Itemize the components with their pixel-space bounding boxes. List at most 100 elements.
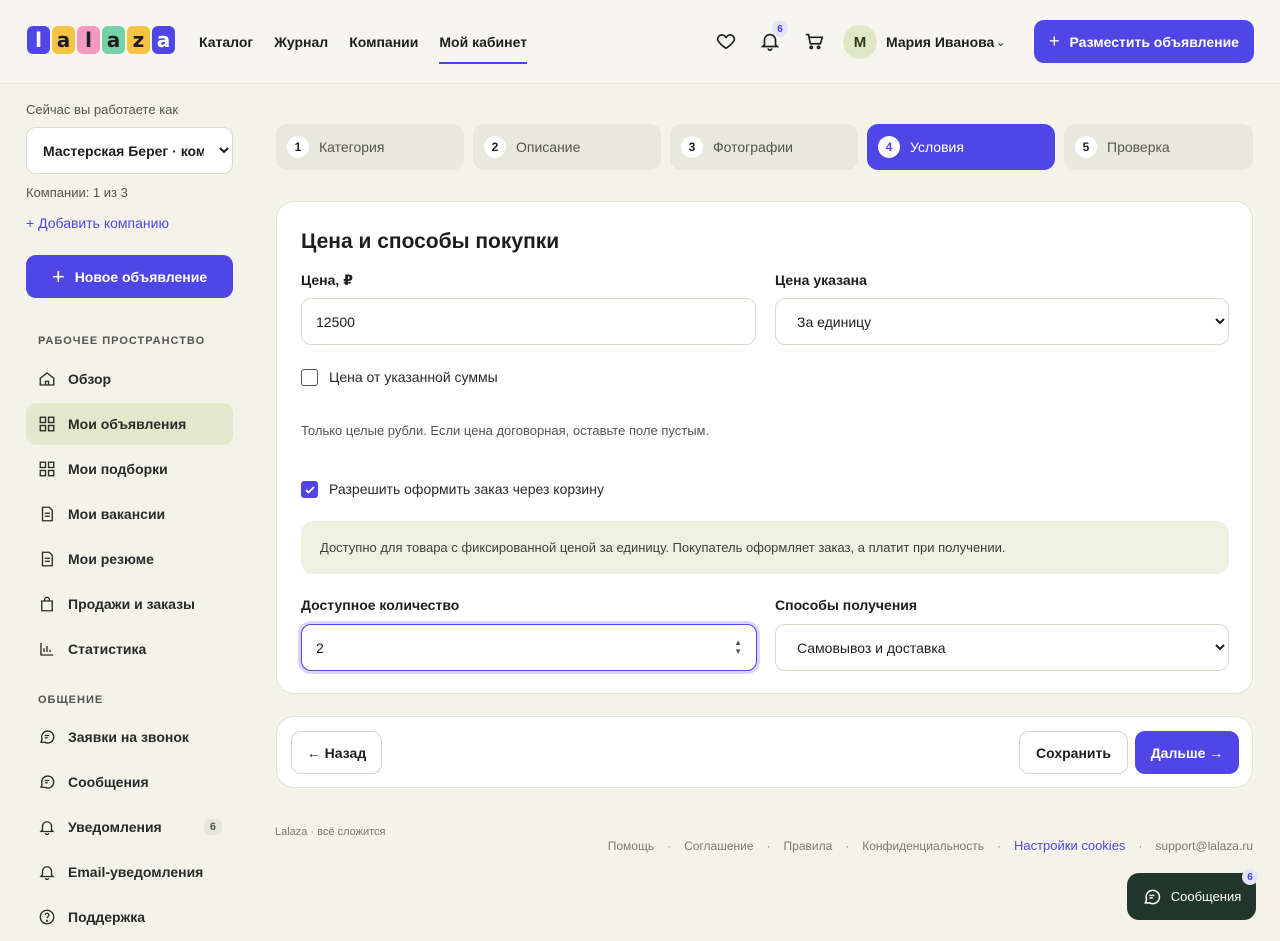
bell-icon bbox=[38, 818, 56, 836]
new-ad-label: Новое объявление bbox=[74, 268, 208, 285]
home-icon bbox=[38, 370, 56, 388]
chat-icon bbox=[38, 773, 56, 791]
price-input[interactable] bbox=[301, 298, 756, 345]
company-select[interactable]: Мастерская Берег · ком bbox=[26, 127, 233, 174]
cart-label[interactable]: Разрешить оформить заказ через корзину bbox=[329, 481, 604, 497]
sidebar-item-my-collections[interactable]: Мои подборки bbox=[26, 448, 233, 490]
step-label: Описание bbox=[516, 139, 581, 155]
footer-separator: · bbox=[766, 838, 771, 853]
sidebar-item-label: Продажи и заказы bbox=[68, 596, 196, 612]
footer-link-help[interactable]: Помощь bbox=[608, 839, 654, 853]
sidebar-item-overview[interactable]: Обзор bbox=[26, 358, 233, 400]
price-type-select[interactable]: За единицу bbox=[775, 298, 1229, 345]
grid-icon bbox=[38, 460, 56, 478]
step-number: 1 bbox=[287, 136, 309, 158]
cart-checkbox[interactable] bbox=[301, 481, 318, 498]
sidebar-item-sales-orders[interactable]: Продажи и заказы bbox=[26, 583, 233, 625]
checkmark-icon bbox=[304, 485, 315, 494]
sidebar-item-label: Заявки на звонок bbox=[68, 729, 189, 745]
footer-link-cookies[interactable]: Настройки cookies bbox=[1014, 838, 1125, 853]
footer-separator: · bbox=[1138, 838, 1143, 853]
document-icon bbox=[38, 505, 56, 523]
post-ad-label: Разместить объявление bbox=[1069, 33, 1239, 50]
footer-link-privacy[interactable]: Конфиденциальность bbox=[862, 839, 984, 853]
logo-letter: a bbox=[152, 26, 175, 54]
chat-count-badge: 6 bbox=[1242, 869, 1258, 885]
nav-my-account[interactable]: Мой кабинет bbox=[439, 0, 527, 84]
sidebar-item-my-ads[interactable]: Мои объявления bbox=[26, 403, 233, 445]
user-name[interactable]: Мария Иванова bbox=[886, 34, 994, 50]
price-from-checkbox[interactable] bbox=[301, 369, 318, 386]
footer-link-support-email[interactable]: support@lalaza.ru bbox=[1155, 839, 1253, 853]
price-from-label[interactable]: Цена от указанной суммы bbox=[329, 369, 498, 385]
logo-letter: z bbox=[127, 26, 150, 54]
card-title: Цена и способы покупки bbox=[301, 230, 560, 253]
sidebar-item-label: Сообщения bbox=[68, 774, 149, 790]
sidebar-item-my-resumes[interactable]: Мои резюме bbox=[26, 538, 233, 580]
workspace-title: РАБОЧЕЕ ПРОСТРАНСТВО bbox=[38, 335, 206, 347]
sidebar: Сейчас вы работаете как Мастерская Берег… bbox=[0, 84, 260, 941]
quantity-stepper[interactable]: 2 ▲ ▼ bbox=[301, 624, 757, 671]
sidebar-item-notifications[interactable]: Уведомления 6 bbox=[26, 806, 233, 848]
logo-letter: a bbox=[52, 26, 75, 54]
save-button[interactable]: Сохранить bbox=[1019, 731, 1128, 774]
quantity-label: Доступное количество bbox=[301, 597, 460, 613]
communication-title: ОБЩЕНИЕ bbox=[38, 694, 104, 706]
sidebar-item-statistics[interactable]: Статистика bbox=[26, 628, 233, 670]
logo-letter: l bbox=[77, 26, 100, 54]
post-ad-button[interactable]: + Разместить объявление bbox=[1034, 20, 1254, 63]
bell-icon bbox=[38, 863, 56, 881]
nav-companies[interactable]: Компании bbox=[349, 0, 418, 84]
nav-journal[interactable]: Журнал bbox=[274, 0, 328, 84]
cart-icon[interactable] bbox=[803, 30, 825, 52]
sidebar-item-label: Обзор bbox=[68, 371, 112, 387]
nav-catalog[interactable]: Каталог bbox=[199, 0, 253, 84]
document-icon bbox=[38, 550, 56, 568]
cart-info-box: Доступно для товара с фиксированной цено… bbox=[301, 521, 1229, 574]
form-actions: ← Назад Сохранить Дальше → bbox=[276, 716, 1253, 788]
sidebar-item-messages[interactable]: Сообщения bbox=[26, 761, 233, 803]
step-description[interactable]: 2 Описание bbox=[473, 124, 661, 170]
chart-icon bbox=[38, 640, 56, 658]
step-conditions[interactable]: 4 Условия bbox=[867, 124, 1055, 170]
new-ad-button[interactable]: + Новое объявление bbox=[26, 255, 233, 298]
chevron-down-icon[interactable]: ⌄ bbox=[996, 36, 1005, 49]
add-company-link[interactable]: + Добавить компанию bbox=[26, 215, 169, 231]
price-label: Цена, ₽ bbox=[301, 272, 353, 288]
quantity-value: 2 bbox=[316, 639, 324, 656]
working-as-label: Сейчас вы работаете как bbox=[26, 102, 179, 117]
logo-letter: l bbox=[27, 26, 50, 54]
chat-icon bbox=[38, 728, 56, 746]
chat-button-label: Сообщения bbox=[1170, 889, 1242, 904]
next-button[interactable]: Дальше → bbox=[1135, 731, 1239, 774]
stepper-arrows-icon[interactable]: ▲ ▼ bbox=[734, 638, 742, 656]
heart-icon[interactable] bbox=[715, 30, 737, 52]
sidebar-item-my-vacancies[interactable]: Мои вакансии bbox=[26, 493, 233, 535]
footer-link-rules[interactable]: Правила bbox=[784, 839, 833, 853]
delivery-label: Способы получения bbox=[775, 597, 918, 613]
sidebar-item-label: Мои подборки bbox=[68, 461, 168, 477]
sidebar-item-email-notifications[interactable]: Email-уведомления bbox=[26, 851, 233, 893]
sidebar-item-label: Мои объявления bbox=[68, 416, 187, 432]
footer-separator: · bbox=[667, 838, 672, 853]
footer-link-agreement[interactable]: Соглашение bbox=[684, 839, 753, 853]
messages-chat-button[interactable]: Сообщения bbox=[1127, 873, 1256, 920]
chat-icon bbox=[1142, 887, 1162, 907]
grid-icon bbox=[38, 415, 56, 433]
back-button[interactable]: ← Назад bbox=[291, 731, 382, 774]
logo-letter: a bbox=[102, 26, 125, 54]
step-category[interactable]: 1 Категория bbox=[276, 124, 464, 170]
sidebar-item-call-requests[interactable]: Заявки на звонок bbox=[26, 716, 233, 758]
price-card: Цена и способы покупки Цена, ₽ Цена указ… bbox=[276, 201, 1253, 694]
sidebar-item-label: Уведомления bbox=[68, 819, 162, 835]
step-photos[interactable]: 3 Фотографии bbox=[670, 124, 858, 170]
sidebar-item-support[interactable]: Поддержка bbox=[26, 896, 233, 938]
companies-count: Компании: 1 из 3 bbox=[26, 185, 128, 200]
avatar[interactable]: М bbox=[843, 25, 877, 59]
step-review[interactable]: 5 Проверка bbox=[1064, 124, 1253, 170]
sidebar-item-label: Поддержка bbox=[68, 909, 146, 925]
sidebar-item-label: Мои вакансии bbox=[68, 506, 166, 522]
footer-separator: · bbox=[996, 838, 1001, 853]
lalaza-logo[interactable]: l a l a z a bbox=[27, 26, 175, 54]
delivery-select[interactable]: Самовывоз и доставка bbox=[775, 624, 1229, 671]
